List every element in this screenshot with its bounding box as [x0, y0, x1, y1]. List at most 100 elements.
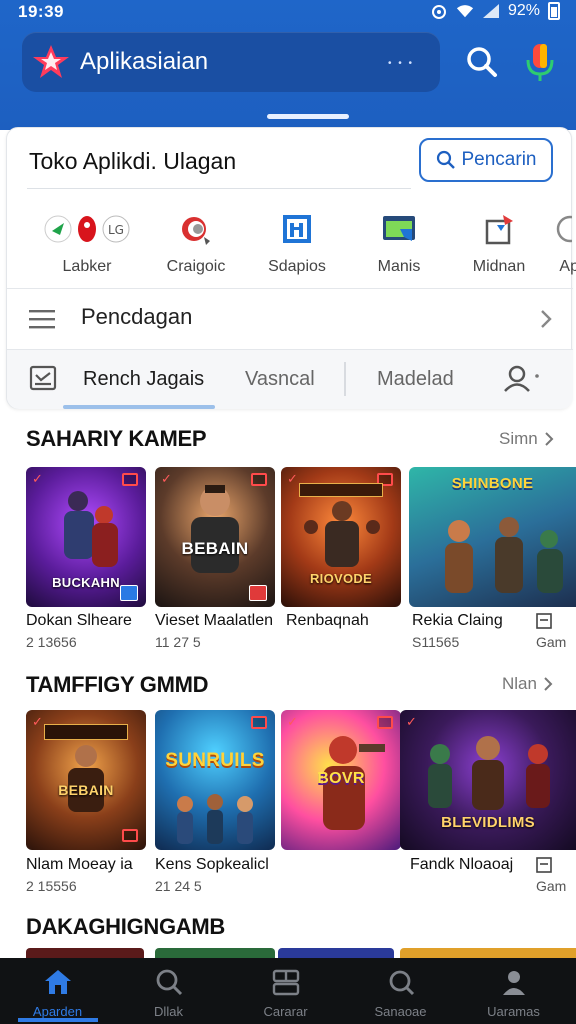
search-button[interactable]: Pencarin [419, 138, 553, 182]
app-meta: Gam [536, 634, 567, 650]
search-button-label: Pencarin [461, 149, 537, 170]
hotspot-icon [431, 5, 446, 19]
star-logo-icon [30, 41, 72, 83]
nav-home[interactable]: Aparden [0, 966, 115, 1019]
app-name[interactable]: Vieset Maalatlen [155, 612, 273, 630]
app-name[interactable]: Dokan Slheare [26, 612, 132, 630]
tab-madelad[interactable]: Madelad [377, 368, 454, 391]
section-more-link[interactable]: Nlan [502, 674, 553, 694]
tile-header-strip [299, 483, 383, 497]
signal-icon [482, 4, 499, 18]
app-name[interactable]: Kens Sopkealicl [155, 856, 269, 874]
user-icon [456, 966, 571, 998]
store-card: Toko Aplikdi. Ulagan Pencarin LG Labker [6, 127, 576, 409]
nav-label: Uaramas [487, 1004, 540, 1019]
app-name[interactable]: Fandk Nloaoaj [410, 856, 513, 874]
section-title: DAKAGHIGNGAMB [26, 914, 225, 939]
circle-icon [529, 208, 576, 250]
app-name[interactable]: Renbaqnah [286, 612, 369, 630]
battery-percent: 92% [507, 2, 540, 19]
character-art [177, 794, 253, 844]
search-icon [343, 966, 458, 998]
tab-rench-jagais[interactable]: Rench Jagais [83, 368, 204, 391]
category-label: Labker [62, 258, 112, 275]
category-labker[interactable]: LG Labker [37, 208, 137, 276]
app-title: Aplikasiaian [80, 48, 209, 75]
tile-header-strip [44, 724, 128, 740]
search-icon [436, 150, 455, 169]
game-tile[interactable]: ✓ BLEVIDLIMS [400, 710, 576, 850]
tag-icon [122, 829, 138, 842]
app-name[interactable]: Nlam Moeay ia [26, 856, 133, 874]
category-label: Craigoic [166, 258, 226, 275]
menu-row[interactable]: Pencdagan [7, 292, 573, 348]
game-tile[interactable] [400, 948, 576, 958]
nav-account[interactable]: Uaramas [456, 966, 571, 1019]
nav-categories[interactable]: Cararar [228, 966, 343, 1019]
microphone-icon[interactable] [520, 40, 560, 84]
category-manis[interactable]: Manis [349, 208, 449, 276]
more-label: Nlan [502, 674, 537, 693]
nav-search[interactable]: Dllak [111, 966, 226, 1019]
category-ap[interactable]: Ap [529, 208, 576, 276]
character-art [68, 745, 104, 812]
category-sdapios[interactable]: Sdapios [247, 208, 347, 276]
drag-handle[interactable] [267, 114, 349, 119]
section-title: TAMFFIGY GMMD [26, 672, 209, 697]
game-tile[interactable] [278, 948, 394, 958]
bookmark-icon[interactable] [536, 857, 552, 873]
search-icon [111, 966, 226, 998]
blue-square-icon [247, 208, 347, 250]
game-tile[interactable]: SHINBONE [409, 467, 576, 607]
nav-explore[interactable]: Sanaoae [343, 966, 458, 1019]
app-meta: 21 24 5 [155, 878, 202, 894]
store-title: Toko Aplikdi. Ulagan [29, 148, 237, 174]
check-icon: ✓ [32, 714, 43, 729]
tile-banner: RIOVODE [309, 571, 373, 586]
spiral-icon [146, 208, 246, 250]
more-dots: • • • [387, 58, 414, 69]
app-header: 19:39 92% Aplikasiaian • • • [0, 0, 576, 130]
app-meta: S11565 [412, 634, 460, 650]
game-tile[interactable]: ✓ BEBAIN [155, 467, 275, 607]
tile-banner: BEBAIN [181, 539, 249, 558]
game-tile[interactable]: ✓ BUCKAHN [26, 467, 146, 607]
app-meta: 11 27 5 [155, 634, 201, 650]
user-icon[interactable] [501, 364, 541, 392]
more-label: Simn [499, 429, 538, 448]
game-tile[interactable] [155, 948, 275, 958]
game-tile[interactable]: SUNRUILS [155, 710, 275, 850]
character-art [304, 501, 380, 567]
nav-label: Dllak [154, 1004, 183, 1019]
app-meta: 2 15556 [26, 878, 77, 894]
game-tile[interactable] [26, 948, 144, 958]
tile-banner: SUNRUILS [165, 750, 265, 771]
image-box-icon[interactable] [29, 365, 57, 391]
active-nav-indicator [18, 1018, 98, 1022]
game-tile[interactable]: ✓ BEBAIN [26, 710, 146, 850]
tile-banner: BLEVIDLIMS [441, 814, 535, 831]
active-tab-indicator [63, 405, 215, 409]
search-icon[interactable] [462, 42, 502, 82]
game-tile[interactable]: ✓ BOVR [281, 710, 401, 850]
app-name[interactable]: Rekia Claing [412, 612, 503, 630]
chevron-right-icon [545, 432, 554, 446]
section-more-link[interactable]: Simn [499, 429, 554, 449]
tab-vasncal[interactable]: Vasncal [245, 368, 315, 391]
svg-text:LG: LG [108, 223, 124, 237]
chevron-right-icon [544, 677, 553, 691]
nav-label: Sanaoae [374, 1004, 427, 1019]
app-search-bar[interactable]: Aplikasiaian • • • [22, 32, 440, 92]
home-icon [0, 966, 115, 998]
character-art [64, 491, 118, 567]
menu-label: Pencdagan [81, 304, 193, 329]
bookmark-icon[interactable] [536, 613, 552, 629]
check-icon: ✓ [287, 471, 298, 486]
app-meta: 2 13656 [26, 634, 77, 650]
game-tile[interactable]: ✓ RIOVODE [281, 467, 401, 607]
nav-label: Aparden [32, 1004, 83, 1019]
tile-banner: SHINBONE [451, 475, 534, 492]
status-bar: 19:39 92% [0, 0, 576, 26]
category-craigoic[interactable]: Craigoic [146, 208, 246, 276]
grid-icon [228, 966, 343, 998]
